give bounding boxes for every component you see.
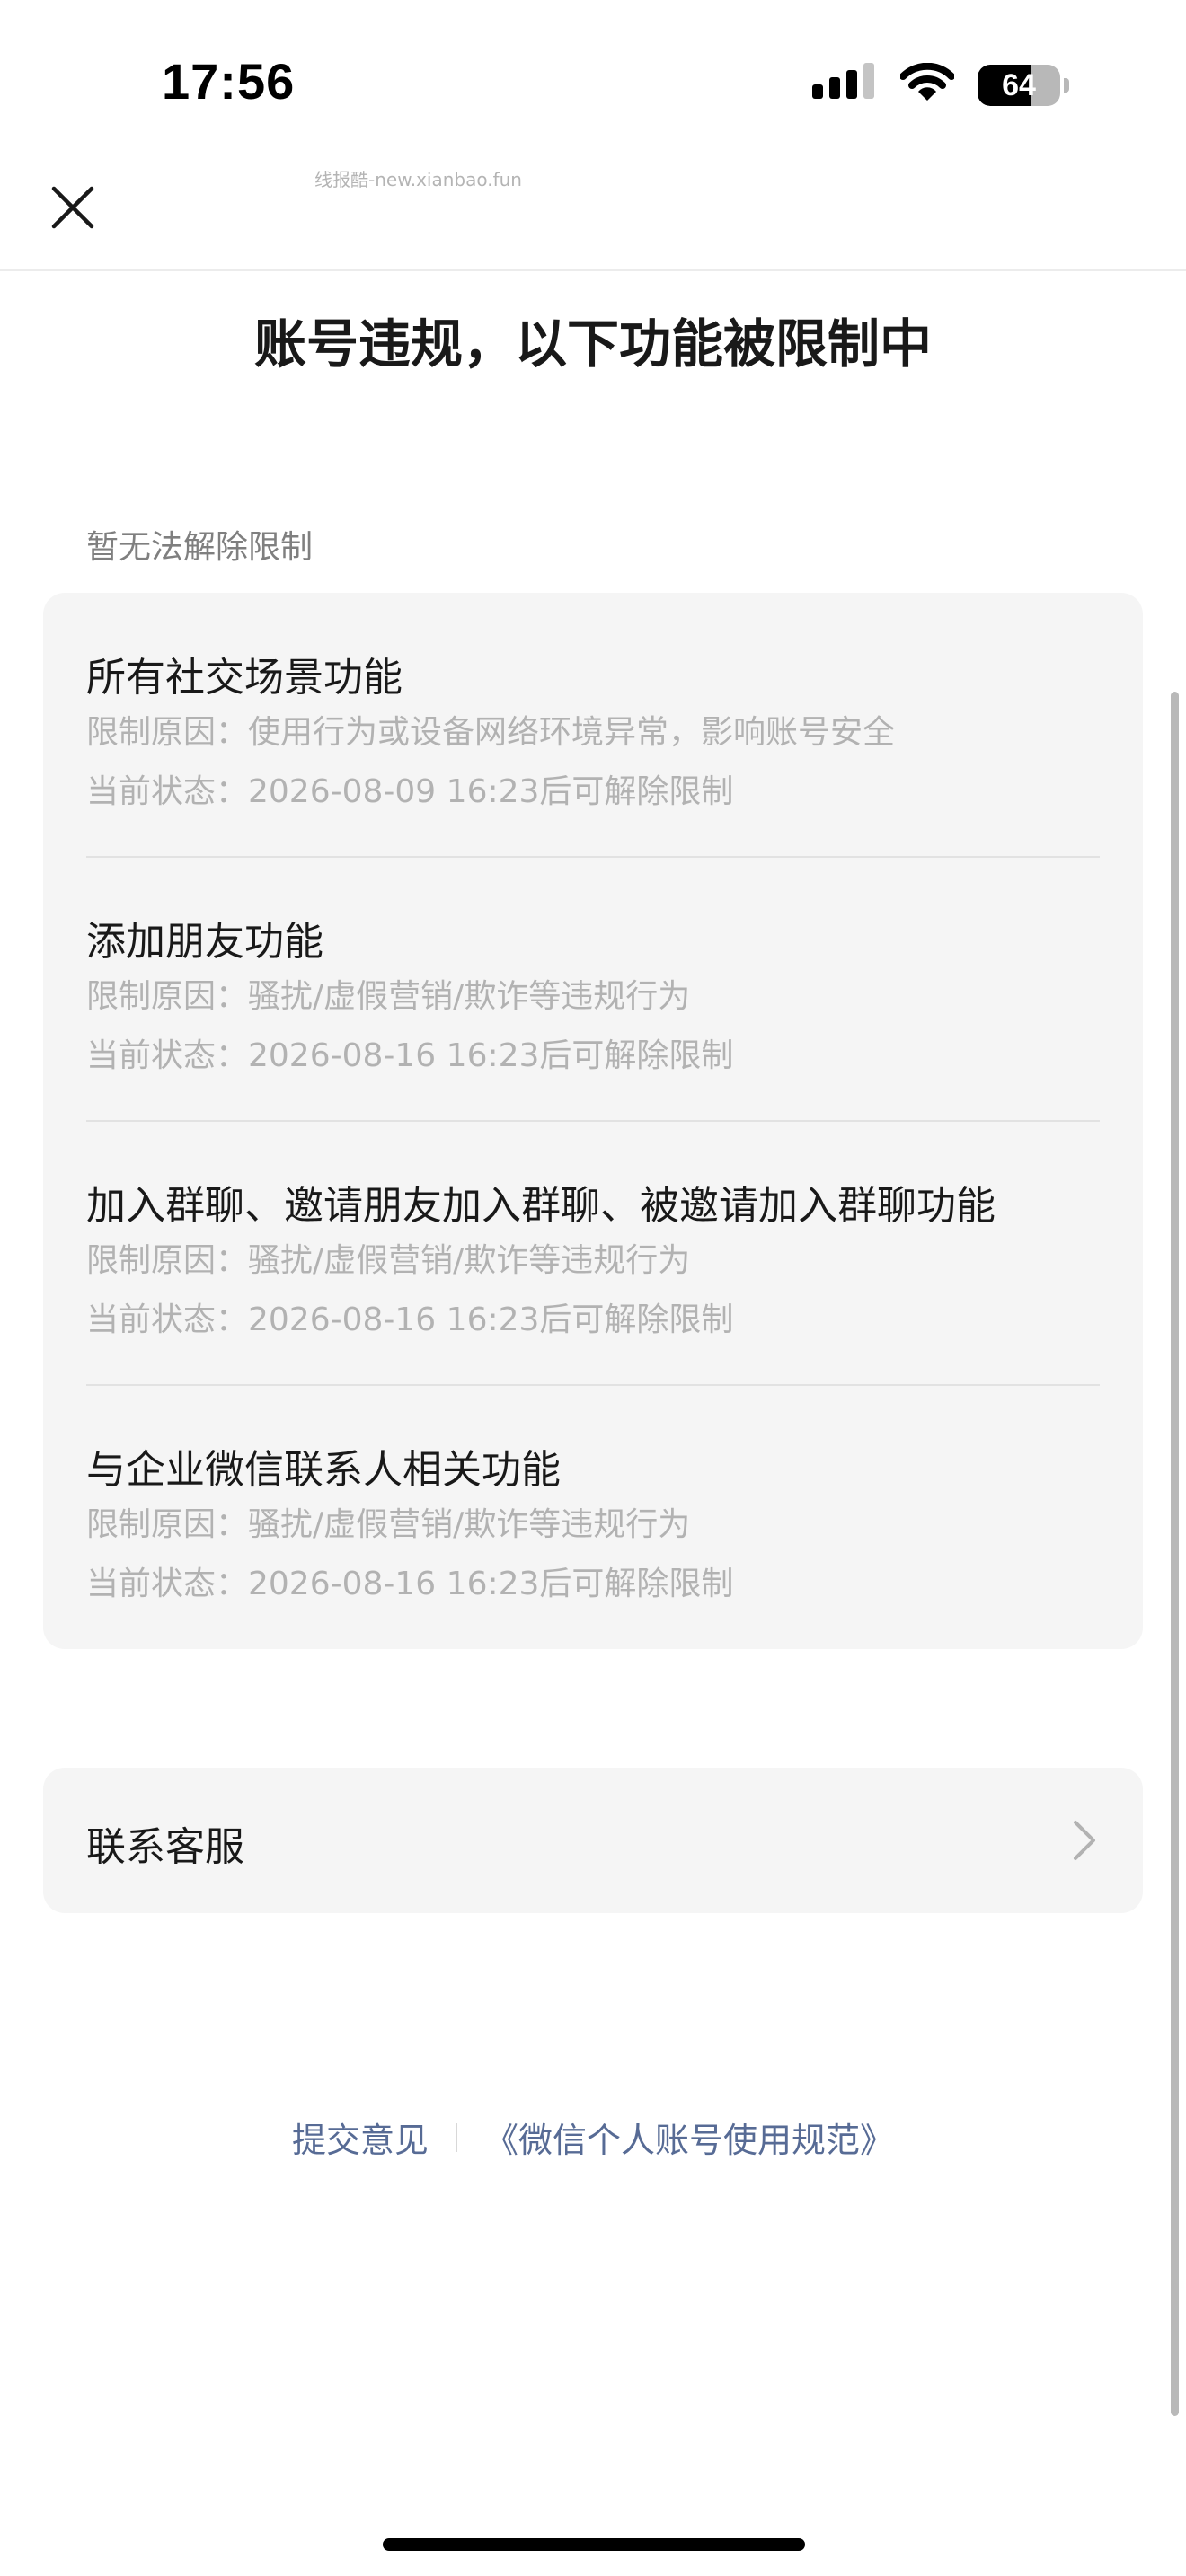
policy-link[interactable]: 《微信个人账号使用规范》 <box>484 2113 894 2162</box>
restriction-reason: 限制原因：使用行为或设备网络环境异常，影响账号安全 <box>86 714 896 751</box>
restriction-reason: 限制原因：骚扰/虚假营销/欺诈等违规行为 <box>86 1506 691 1543</box>
close-icon <box>51 186 94 229</box>
battery-cap <box>1064 78 1069 93</box>
cellular-signal-icon <box>812 63 877 108</box>
restrictions-card: 所有社交场景功能 限制原因：使用行为或设备网络环境异常，影响账号安全 当前状态：… <box>43 593 1143 1649</box>
contact-support-label: 联系客服 <box>86 1824 244 1870</box>
battery-level: 64 <box>1002 68 1036 102</box>
restriction-status: 当前状态：2026-08-16 16:23后可解除限制 <box>86 1037 734 1074</box>
status-bar: 17:56 64 <box>0 0 1186 171</box>
link-separator <box>456 2122 457 2152</box>
divider <box>86 1384 1100 1386</box>
nav-header: 线报酷-new.xianbao.fun <box>0 153 1186 271</box>
restriction-status: 当前状态：2026-08-16 16:23后可解除限制 <box>86 1301 734 1338</box>
restriction-title: 加入群聊、邀请朋友加入群聊、被邀请加入群聊功能 <box>86 1183 996 1229</box>
footer-links: 提交意见 《微信个人账号使用规范》 <box>0 2113 1186 2162</box>
status-time: 17:56 <box>162 53 296 110</box>
contact-support-button[interactable]: 联系客服 <box>43 1768 1143 1913</box>
restriction-title: 与企业微信联系人相关功能 <box>86 1447 561 1493</box>
scrollbar[interactable] <box>1171 692 1179 2416</box>
chevron-right-icon <box>1074 1821 1095 1860</box>
battery-indicator: 64 <box>978 65 1060 106</box>
restriction-title: 添加朋友功能 <box>86 919 323 965</box>
restriction-status: 当前状态：2026-08-09 16:23后可解除限制 <box>86 773 734 810</box>
close-button[interactable] <box>45 180 101 235</box>
watermark-text: 线报酷-new.xianbao.fun <box>314 169 522 190</box>
restriction-reason: 限制原因：骚扰/虚假营销/欺诈等违规行为 <box>86 978 691 1015</box>
restriction-reason: 限制原因：骚扰/虚假营销/欺诈等违规行为 <box>86 1242 691 1279</box>
divider <box>86 856 1100 858</box>
home-indicator[interactable] <box>383 2538 805 2551</box>
page-title: 账号违规，以下功能被限制中 <box>253 313 932 375</box>
section-label: 暂无法解除限制 <box>86 529 314 566</box>
status-icons: 64 <box>812 62 1069 108</box>
restriction-status: 当前状态：2026-08-16 16:23后可解除限制 <box>86 1566 734 1602</box>
feedback-link[interactable]: 提交意见 <box>292 2113 429 2162</box>
restriction-title: 所有社交场景功能 <box>86 655 403 701</box>
divider <box>86 1120 1100 1122</box>
wifi-icon <box>899 62 955 108</box>
